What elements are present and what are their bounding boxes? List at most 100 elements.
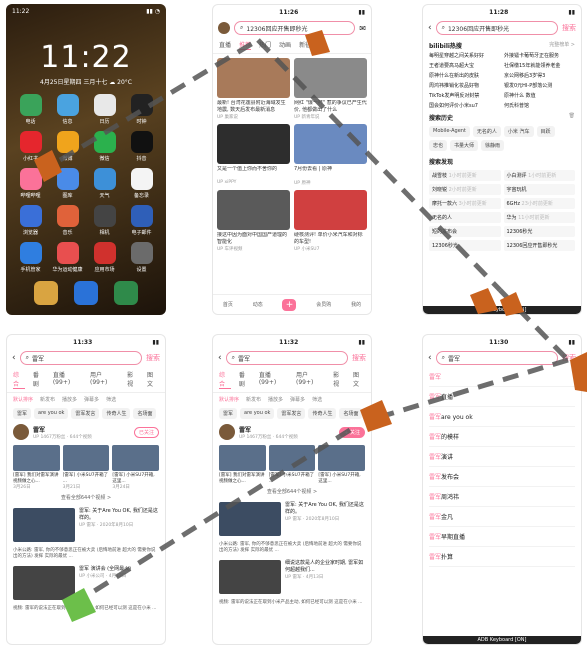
hot-item[interactable]: 京公网移后3岁得3 <box>504 72 575 79</box>
video-thumb[interactable] <box>219 445 266 471</box>
suggestion-item[interactable]: 雷军are you ok <box>429 407 575 427</box>
suggestion-item[interactable]: 雷军的模样 <box>429 427 575 447</box>
result-item[interactable]: 雷军: 关于Are You OK, 我们还是这样的。 UP 雷军 · 2020年8… <box>7 504 165 546</box>
result-item[interactable]: 雷军 演讲会 (全网最火) UP 小米公司 · 4月13日 <box>7 562 165 604</box>
hot-item[interactable]: 每明星穿越之间关系好好 <box>429 52 500 59</box>
search-input[interactable]: ⌕ 12306回应开售即秒光 <box>435 21 558 35</box>
nav-item-1[interactable]: 动态 <box>253 301 263 308</box>
suggestion-item[interactable]: 雷军演讲 <box>429 447 575 467</box>
follow-button[interactable]: + 关注 <box>339 426 365 438</box>
discover-item[interactable]: 战雪枝 1小时前更新 <box>429 170 501 181</box>
app-12[interactable]: 浏览器 <box>12 205 49 236</box>
search-input[interactable]: ⌕ 雷军 <box>19 351 142 365</box>
result-tab-5[interactable]: 图文 <box>353 370 365 389</box>
history-chip[interactable]: 书量大师 <box>450 140 479 151</box>
suggestion-item[interactable]: 雷军 <box>429 367 575 387</box>
app-0[interactable]: 电话 <box>12 94 49 125</box>
search-button[interactable]: 搜索 <box>562 23 576 33</box>
result-tab-0[interactable]: 综合 <box>13 370 25 389</box>
history-chip[interactable]: 目跃 <box>536 126 555 137</box>
app-7[interactable]: 抖音 <box>123 131 160 162</box>
history-chip[interactable]: Mobile-Agent <box>429 126 470 137</box>
feed-card[interactable]: 7月份去看 | 原神 UP 原神 <box>294 124 367 186</box>
result-tab-4[interactable]: 影视 <box>127 370 139 389</box>
search-button[interactable]: 搜索 <box>146 353 160 363</box>
filter-chip[interactable]: 传奇人生 <box>102 408 131 419</box>
app-4[interactable]: 小红书 <box>12 131 49 162</box>
hot-item[interactable]: 原神什么在新出的皮肤 <box>429 72 500 79</box>
video-thumb[interactable] <box>13 445 60 471</box>
hot-item[interactable]: 外接镭卡葡萄牙正在服务 <box>504 52 575 59</box>
sort-tab-4[interactable]: 筛选 <box>106 396 116 403</box>
tab-4[interactable]: 新征程 <box>299 40 317 50</box>
nav-item-0[interactable]: 首页 <box>223 301 233 308</box>
tab-3[interactable]: 动画 <box>279 40 291 50</box>
suggestion-item[interactable]: 雷军金凡 <box>429 507 575 527</box>
result-tab-3[interactable]: 用户(99+) <box>296 370 325 389</box>
search-input[interactable]: ⌕ 12306回应开售即秒光 <box>234 21 356 35</box>
app-15[interactable]: 电子邮件 <box>123 205 160 236</box>
video-thumb[interactable] <box>62 445 110 471</box>
nav-item-4[interactable]: 我的 <box>351 301 361 308</box>
search-input[interactable]: ⌕ 雷军 <box>225 351 348 365</box>
result-tab-1[interactable]: 番剧 <box>239 370 251 389</box>
hot-item[interactable]: 何氏科普馆 <box>504 102 575 109</box>
app-11[interactable]: 备忘录 <box>123 168 160 199</box>
app-2[interactable]: 日历 <box>86 94 123 125</box>
app-19[interactable]: 设置 <box>123 242 160 273</box>
hot-item[interactable]: 原神什么 数值 <box>504 92 575 99</box>
back-icon[interactable]: ‹ <box>428 353 432 363</box>
hot-item[interactable]: 王者道要高马超大宝 <box>429 62 500 69</box>
hot-item[interactable]: 国会如何评价小米su7 <box>429 102 500 109</box>
discover-item[interactable]: 6GHz 23小时前更新 <box>503 198 575 209</box>
back-icon[interactable]: ‹ <box>12 353 16 363</box>
search-input[interactable]: ⌕ 雷军 <box>435 351 558 365</box>
filter-chip[interactable]: are you ok <box>34 408 69 419</box>
discover-item[interactable]: 摩托一款六 3小时前更新 <box>429 198 501 209</box>
search-button[interactable]: 搜索 <box>352 353 366 363</box>
result-tab-0[interactable]: 综合 <box>219 370 231 389</box>
history-chip[interactable]: 忠也 <box>429 140 448 151</box>
history-chip[interactable]: 无名的人 <box>472 126 501 137</box>
history-chip[interactable]: 徐静雨 <box>481 140 505 151</box>
suggestion-item[interactable]: 雷军周鸿祎 <box>429 487 575 507</box>
discover-item[interactable]: 华为 11小时前更新 <box>503 212 575 223</box>
user-card[interactable]: 雷军 UP 1467万粉丝 · 644个视频 已关注 <box>7 421 165 443</box>
filter-chip[interactable]: 雷军发言 <box>277 408 306 419</box>
mail-icon[interactable]: ✉ <box>359 24 366 33</box>
result-tab-5[interactable]: 图文 <box>147 370 159 389</box>
discover-item[interactable]: 小白测评 1小时前更新 <box>503 170 575 181</box>
sort-tab-2[interactable]: 播放多 <box>62 396 77 403</box>
profile-avatar[interactable] <box>218 22 230 34</box>
see-all-link[interactable]: 查看全部644个视频 > <box>213 485 371 498</box>
filter-chip[interactable]: 名场面 <box>133 408 157 419</box>
result-tab-3[interactable]: 用户(99+) <box>90 370 119 389</box>
history-chip[interactable]: 小米 汽车 <box>503 126 534 137</box>
video-thumb[interactable] <box>318 445 366 471</box>
sort-tab-3[interactable]: 弹幕多 <box>290 396 305 403</box>
sort-tab-4[interactable]: 筛选 <box>312 396 322 403</box>
sort-tab-1[interactable]: 新发布 <box>40 396 55 403</box>
result-tab-1[interactable]: 番剧 <box>33 370 45 389</box>
app-18[interactable]: 应用市场 <box>86 242 123 273</box>
app-14[interactable]: 相机 <box>86 205 123 236</box>
hot-item[interactable]: 周鸿祎推销化妆品好物 <box>429 82 500 89</box>
see-all-link[interactable]: 查看全部644个视频 > <box>7 491 165 504</box>
video-thumb[interactable] <box>112 445 160 471</box>
filter-chip[interactable]: 雷军发言 <box>71 408 100 419</box>
app-13[interactable]: 音乐 <box>49 205 86 236</box>
discover-item[interactable]: 短的发布会 <box>429 226 501 237</box>
message-icon[interactable] <box>114 281 138 305</box>
tab-2[interactable]: 热门 <box>259 40 271 50</box>
feed-card[interactable]: 又是一个值上你而不舍你的 UP xiPPY <box>217 124 290 186</box>
app-16[interactable]: 手机管家 <box>12 242 49 273</box>
app-17[interactable]: 华为运动健康 <box>49 242 86 273</box>
user-card[interactable]: 雷军 UP 1467万粉丝 · 644个视频 + 关注 <box>213 421 371 443</box>
discover-item[interactable]: 12306秒光 <box>429 240 501 251</box>
hot-item[interactable]: 社保缴15年就能领养老金 <box>504 62 575 69</box>
discover-item[interactable]: 宇宙玩机 <box>503 184 575 195</box>
tab-0[interactable]: 直播 <box>219 40 231 50</box>
back-icon[interactable]: ‹ <box>218 353 222 363</box>
feed-card[interactable]: 最新! 台湾花莲县附近海域发生地震, 数天后发布最新消息 UP 巢家说 <box>217 58 290 120</box>
filter-chip[interactable]: 雷军 <box>219 408 238 419</box>
